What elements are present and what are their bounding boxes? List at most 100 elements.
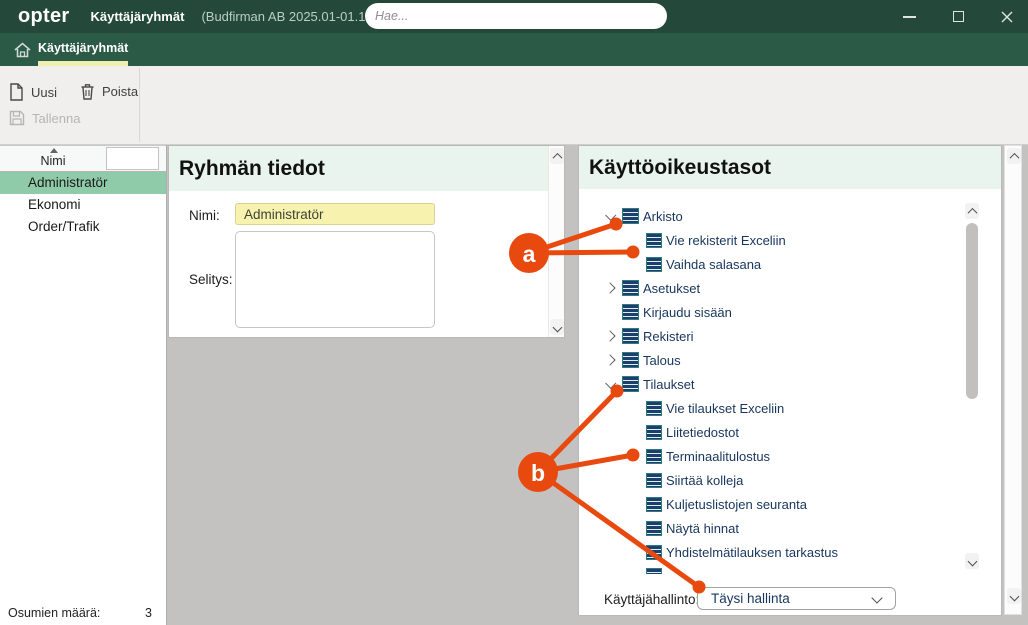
column-header-label: Nimi <box>0 154 106 168</box>
tree-item-label[interactable]: Asetukset <box>643 281 700 296</box>
match-count-label: Osumien määrä: <box>8 606 100 620</box>
name-field-label: Nimi: <box>189 208 220 223</box>
group-details-scrollbar[interactable] <box>548 146 564 337</box>
tree-row[interactable]: Yhdistelmätilauksen tarkastus <box>579 540 957 564</box>
tree-item-label[interactable]: Vaihda salasana <box>666 257 761 272</box>
user-admin-label: Käyttäjähallinto: <box>604 592 699 607</box>
permissions-card: Käyttöoikeustasot Arkisto Vie rekisterit … <box>578 145 1002 616</box>
chevron-down-icon <box>967 556 977 566</box>
tree-row[interactable]: Arkisto <box>579 204 957 228</box>
tree-item-label[interactable]: Liitetiedostot <box>666 425 739 440</box>
search-input[interactable] <box>365 3 667 29</box>
permission-item-icon <box>646 449 662 464</box>
tree-collapsed-chevron-icon[interactable] <box>603 284 617 292</box>
home-button[interactable] <box>8 38 36 62</box>
scroll-down-button[interactable] <box>550 319 564 335</box>
list-item[interactable]: Administratör <box>0 172 166 194</box>
tree-row[interactable]: Vaihda salasana <box>579 252 957 276</box>
close-button[interactable] <box>993 0 1021 33</box>
permission-item-icon <box>646 521 662 536</box>
tree-expanded-chevron-icon[interactable] <box>603 212 617 220</box>
permission-item-icon <box>646 257 662 272</box>
list-item[interactable]: Order/Trafik <box>0 216 166 238</box>
tree-row[interactable]: Rekisteri <box>579 324 957 348</box>
panel-scroll-down-button[interactable] <box>1007 588 1021 604</box>
tree-row <box>579 564 957 574</box>
tree-item-label[interactable]: Siirtää kolleja <box>666 473 743 488</box>
permission-item-icon <box>646 473 662 488</box>
column-header-empty <box>106 147 159 170</box>
opter-logo: opter <box>18 5 70 28</box>
permissions-title: Käyttöoikeustasot <box>589 156 771 180</box>
new-document-icon <box>9 83 24 101</box>
column-header-nimi[interactable]: Nimi <box>0 146 106 171</box>
minimize-icon <box>903 16 916 18</box>
group-list-panel: Nimi AdministratörEkonomiOrder/Trafik Os… <box>0 145 167 625</box>
tree-item-label[interactable]: Yhdistelmätilauksen tarkastus <box>666 545 838 560</box>
tree-collapsed-chevron-icon[interactable] <box>603 356 617 364</box>
group-list-rows: AdministratörEkonomiOrder/Trafik <box>0 172 166 238</box>
tree-item-label[interactable]: Kuljetuslistojen seuranta <box>666 497 807 512</box>
list-header: Nimi <box>0 145 166 172</box>
description-field-label: Selitys: <box>189 272 233 287</box>
title-bar: opter Käyttäjäryhmät (Budfirman AB 2025.… <box>0 0 1028 33</box>
group-name-input[interactable] <box>235 203 435 225</box>
scroll-up-button[interactable] <box>550 148 564 164</box>
panel-scroll-up-button[interactable] <box>1007 148 1021 164</box>
permission-item-icon <box>622 376 639 392</box>
tree-item-label[interactable]: Vie tilaukset Exceliin <box>666 401 784 416</box>
permissions-header: Käyttöoikeustasot <box>579 146 1001 189</box>
minimize-button[interactable] <box>895 0 923 33</box>
tree-row[interactable]: Näytä hinnat <box>579 516 957 540</box>
tree-item-label[interactable]: Kirjaudu sisään <box>643 305 732 320</box>
tree-item-label[interactable]: Näytä hinnat <box>666 521 739 536</box>
user-admin-dropdown[interactable]: Täysi hallinta <box>697 587 896 610</box>
panel-scrollbar[interactable] <box>1004 145 1022 615</box>
tree-item-label[interactable]: Vie rekisterit Exceliin <box>666 233 786 248</box>
chevron-down-icon <box>871 592 882 603</box>
tree-row[interactable]: Kuljetuslistojen seuranta <box>579 492 957 516</box>
tree-row[interactable]: Tilaukset <box>579 372 957 396</box>
list-item[interactable]: Ekonomi <box>0 194 166 216</box>
maximize-button[interactable] <box>944 0 972 33</box>
tree-scroll-up-button[interactable] <box>965 203 979 219</box>
close-icon <box>1001 11 1013 23</box>
description-textarea[interactable] <box>235 231 435 328</box>
tree-row[interactable]: Talous <box>579 348 957 372</box>
permission-item-icon <box>622 280 639 296</box>
home-icon <box>13 41 32 59</box>
chevron-down-icon <box>1009 591 1019 601</box>
tree-row[interactable]: Kirjaudu sisään <box>579 300 957 324</box>
tab-kayttajaryhmat[interactable]: Käyttäjäryhmät <box>38 33 128 66</box>
tree-collapsed-chevron-icon[interactable] <box>603 332 617 340</box>
save-button-disabled[interactable]: Tallenna <box>9 110 80 126</box>
tree-scrollbar-thumb[interactable] <box>966 223 978 399</box>
chevron-up-icon <box>1009 152 1019 162</box>
tree-item-label[interactable]: Terminaalitulostus <box>666 449 770 464</box>
tree-item-label[interactable]: Rekisteri <box>643 329 694 344</box>
permission-item-icon <box>622 304 639 320</box>
save-button-label: Tallenna <box>32 111 80 126</box>
delete-button-label: Poista <box>102 84 138 99</box>
save-floppy-icon <box>9 110 25 126</box>
group-details-title: Ryhmän tiedot <box>179 157 325 181</box>
tree-item-label[interactable]: Tilaukset <box>643 377 695 392</box>
tree-row[interactable]: Vie rekisterit Exceliin <box>579 228 957 252</box>
tree-item-label[interactable]: Arkisto <box>643 209 683 224</box>
tree-row[interactable]: Siirtää kolleja <box>579 468 957 492</box>
group-details-card: Ryhmän tiedot Nimi: Selitys: <box>168 145 565 338</box>
tree-row[interactable]: Vie tilaukset Exceliin <box>579 396 957 420</box>
tab-label: Käyttäjäryhmät <box>38 33 128 64</box>
tree-row[interactable]: Asetukset <box>579 276 957 300</box>
tree-scrollbar[interactable] <box>963 203 981 569</box>
delete-button[interactable]: Poista <box>80 83 138 100</box>
tree-scroll-down-button[interactable] <box>965 553 979 569</box>
tree-row[interactable]: Liitetiedostot <box>579 420 957 444</box>
new-button[interactable]: Uusi <box>9 83 57 101</box>
permission-tree: Arkisto Vie rekisterit Exceliin Vaihda sal… <box>579 204 957 576</box>
opter-window: opter Käyttäjäryhmät (Budfirman AB 2025.… <box>0 0 1028 625</box>
list-status-bar: Osumien määrä: 3 <box>0 603 166 625</box>
tree-expanded-chevron-icon[interactable] <box>603 380 617 388</box>
tree-row[interactable]: Terminaalitulostus <box>579 444 957 468</box>
tree-item-label[interactable]: Talous <box>643 353 681 368</box>
